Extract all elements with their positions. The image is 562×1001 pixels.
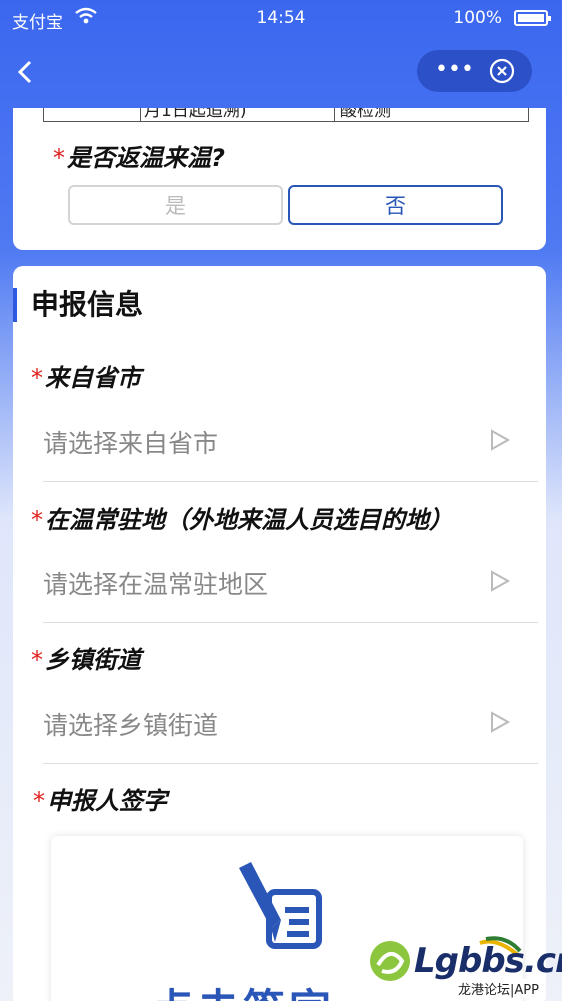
question-card: 月1日起追溯) 酸检测 *是否返温来温? 是 否 xyxy=(13,108,546,250)
watermark: Lgbbs.cn 龙港论坛|APP xyxy=(368,925,562,1001)
divider xyxy=(43,763,538,764)
field-label-province: *来自省市 xyxy=(31,364,141,392)
return-question: *是否返温来温? xyxy=(53,138,225,173)
triangle-right-icon[interactable] xyxy=(489,569,511,593)
question-text: 是否返温来温? xyxy=(67,144,225,172)
table-cell: 酸检测 xyxy=(340,108,391,121)
no-button[interactable]: 否 xyxy=(288,185,503,225)
divider xyxy=(43,622,538,623)
table-fragment: 月1日起追溯) 酸检测 xyxy=(43,108,529,122)
divider xyxy=(43,481,538,482)
pen-sign-icon xyxy=(239,862,322,949)
watermark-sub: 龙港论坛|APP xyxy=(456,979,541,998)
mini-program-capsule: ••• xyxy=(417,50,532,92)
status-bar: 支付宝 14:54 100% xyxy=(0,0,562,36)
battery-icon xyxy=(514,10,551,26)
watermark-brand: Lgbbs.cn xyxy=(414,941,562,981)
triangle-right-icon[interactable] xyxy=(489,428,511,452)
back-arrow-icon[interactable] xyxy=(14,60,36,84)
close-circle-icon[interactable] xyxy=(489,58,515,84)
report-card: 申报信息 *来自省市 请选择来自省市 *在温常驻地（外地来温人员选目的地） 请选… xyxy=(13,266,546,1001)
province-picker[interactable]: 请选择来自省市 xyxy=(43,424,218,460)
field-label-residence: *在温常驻地（外地来温人员选目的地） xyxy=(31,506,453,534)
required-star: * xyxy=(53,144,65,172)
triangle-right-icon[interactable] xyxy=(489,710,511,734)
table-cell: 月1日起追溯) xyxy=(144,108,247,121)
field-label-town: *乡镇街道 xyxy=(31,646,141,674)
nav-bar: ••• xyxy=(0,40,562,106)
battery-percent: 100% xyxy=(453,8,502,28)
sign-button-text[interactable]: 点击签字 xyxy=(151,976,335,1001)
yes-button[interactable]: 是 xyxy=(68,185,283,225)
field-label-signature: *申报人签字 xyxy=(33,787,167,815)
town-picker[interactable]: 请选择乡镇街道 xyxy=(43,706,218,742)
residence-picker[interactable]: 请选择在温常驻地区 xyxy=(43,565,268,601)
more-icon[interactable]: ••• xyxy=(435,56,474,84)
section-title: 申报信息 xyxy=(13,288,143,322)
